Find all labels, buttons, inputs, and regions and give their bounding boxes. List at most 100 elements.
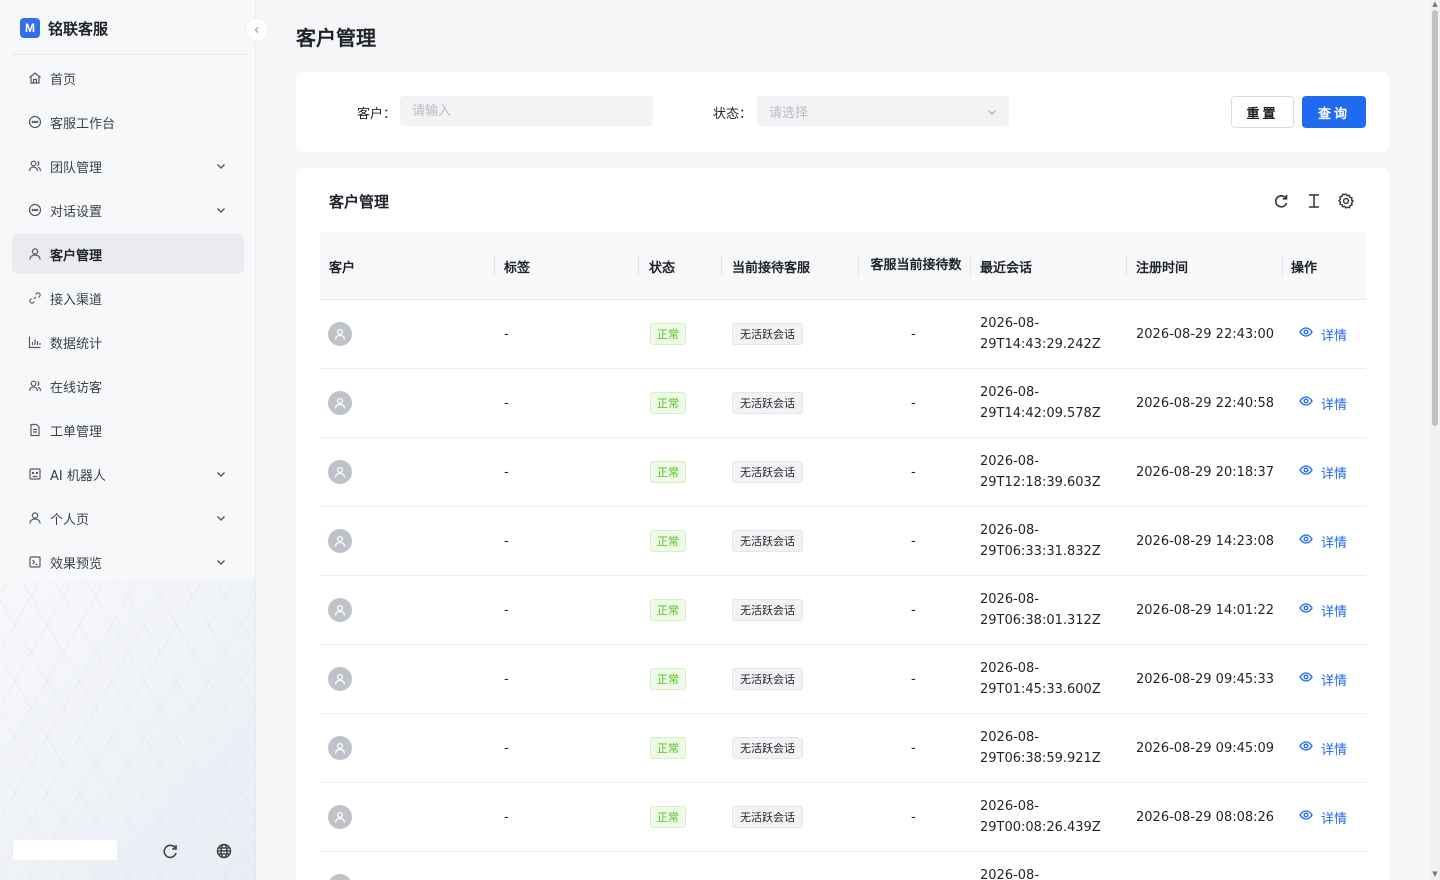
cell-agent-load: -: [911, 740, 916, 756]
column-height-icon[interactable]: [1305, 192, 1323, 210]
chat-bubble-icon: [28, 115, 42, 129]
cell-recent-session: 2026-08- 29T06:33:31.832Z: [980, 507, 1101, 575]
sidebar-item-8[interactable]: 工单管理: [12, 410, 244, 450]
column-separator: [1126, 256, 1127, 276]
detail-link[interactable]: 详情: [1299, 394, 1347, 413]
sidebar-item-1[interactable]: 客服工作台: [12, 102, 244, 142]
detail-link-label: 详情: [1321, 535, 1348, 551]
detail-link-label: 详情: [1321, 742, 1348, 758]
sidebar-item-7[interactable]: 在线访客: [12, 366, 244, 406]
cell-tags: -: [504, 395, 509, 411]
sidebar-item-5[interactable]: 接入渠道: [12, 278, 244, 318]
sidebar-item-2[interactable]: 团队管理: [12, 146, 244, 186]
table-row: - 正常 无活跃会话 -2026-08- 29T01:45:33.600Z 2026-08…: [320, 645, 1366, 714]
column-header-customer: 客户: [329, 260, 356, 276]
detail-link[interactable]: 详情: [1299, 808, 1347, 827]
column-header-current-agent: 当前接待客服: [732, 260, 811, 276]
detail-link[interactable]: 详情: [1299, 463, 1347, 482]
cell-agent-load: -: [911, 809, 916, 825]
scroll-up-arrow-icon[interactable]: ▲: [1431, 0, 1439, 8]
cell-customer: [328, 507, 352, 575]
recent-session-date: 2026-08-: [980, 730, 1040, 745]
avatar-icon[interactable]: [328, 322, 352, 346]
cell-agent-load: -: [911, 395, 916, 411]
cell-registered-time: 2026-08-29 14:01:22: [1136, 602, 1275, 618]
cell-agent-load: -: [911, 671, 916, 687]
sidebar-item-label: 客服工作台: [50, 116, 116, 132]
sidebar-item-10[interactable]: 个人页: [12, 498, 244, 538]
avatar-icon[interactable]: [328, 598, 352, 622]
scroll-down-arrow-icon[interactable]: ▼: [1431, 870, 1439, 878]
sidebar-item-0[interactable]: 首页: [12, 58, 244, 98]
avatar-icon[interactable]: [328, 874, 352, 880]
table-row: - 正常 无活跃会话 -2026-08- 29T00:08:26.439Z 2026-08…: [320, 783, 1366, 852]
recent-session-date: 2026-08-: [980, 661, 1040, 676]
detail-link[interactable]: 详情: [1299, 601, 1347, 620]
cell-current-agent: 无活跃会话: [732, 507, 803, 575]
cell-recent-session: 2026-08- 29T06:38:59.921Z: [980, 714, 1101, 782]
avatar-icon[interactable]: [328, 391, 352, 415]
query-button[interactable]: 查询: [1302, 96, 1366, 128]
user-icon: [28, 511, 42, 525]
recent-session-date: 2026-08-: [980, 454, 1040, 469]
table-header: 客户 标签 状态 当前接待客服 客服当前接待数 最近会话 注册时间 操作: [320, 232, 1366, 300]
reset-button[interactable]: 重置: [1231, 96, 1294, 128]
detail-link-label: 详情: [1321, 811, 1348, 827]
reload-icon[interactable]: [1272, 192, 1290, 210]
detail-link[interactable]: 详情: [1299, 325, 1347, 344]
recent-session-date: 2026-08-: [980, 799, 1040, 814]
avatar-icon[interactable]: [328, 667, 352, 691]
status-select[interactable]: 请选择: [757, 96, 1009, 126]
status-badge: 正常: [650, 323, 686, 345]
cell-status: 正常: [650, 507, 686, 575]
detail-link[interactable]: 详情: [1299, 739, 1347, 758]
document-icon: [28, 423, 42, 437]
recent-session-date: 2026-08-: [980, 385, 1040, 400]
brand[interactable]: M 铭联客服: [20, 16, 108, 40]
cell-actions: 详情: [1299, 714, 1347, 782]
customer-filter-label: 客户：: [357, 107, 397, 122]
cell-registered-time: 2026-08-29 09:45:33: [1136, 671, 1275, 687]
cell-tags: -: [504, 809, 509, 825]
sidebar-footer: [12, 840, 244, 862]
sidebar-item-3[interactable]: 对话设置: [12, 190, 244, 230]
avatar-icon[interactable]: [328, 736, 352, 760]
sidebar-item-11[interactable]: 效果预览: [12, 542, 244, 582]
column-header-status: 状态: [649, 260, 676, 276]
column-header-agent-load: 客服当前接待数: [870, 258, 962, 273]
home-icon: [28, 71, 42, 85]
column-header-recent-session: 最近会话: [980, 260, 1033, 276]
refresh-icon[interactable]: [160, 841, 180, 861]
sidebar-item-9[interactable]: AI 机器人: [12, 454, 244, 494]
customer-search-input[interactable]: [400, 96, 653, 126]
settings-gear-icon[interactable]: [1337, 192, 1355, 210]
avatar-icon[interactable]: [328, 460, 352, 484]
cell-tags: -: [504, 602, 509, 618]
detail-link[interactable]: 详情: [1299, 670, 1347, 689]
brand-logo: M: [20, 18, 40, 38]
sidebar-item-6[interactable]: 数据统计: [12, 322, 244, 362]
eye-icon: [1299, 463, 1313, 481]
cell-agent-load: -: [911, 602, 916, 618]
collapse-sidebar-button[interactable]: [245, 18, 269, 42]
chevron-down-icon: [216, 204, 226, 214]
detail-link[interactable]: 详情: [1299, 532, 1347, 551]
recent-session-date: 2026-08-: [980, 868, 1040, 880]
chevron-down-icon: [216, 468, 226, 478]
avatar-icon[interactable]: [328, 529, 352, 553]
status-select-placeholder: 请选择: [769, 105, 809, 121]
cell-registered-time: 2026-08-29 20:18:37: [1136, 464, 1275, 480]
avatar-icon[interactable]: [328, 805, 352, 829]
sidebar-item-4[interactable]: 客户管理: [12, 234, 244, 274]
page-scrollbar[interactable]: ▲ ▼: [1430, 0, 1440, 880]
robot-icon: [28, 467, 42, 481]
cell-registered-time: 2026-08-29 22:43:00: [1136, 326, 1275, 342]
column-separator: [1282, 256, 1283, 276]
cell-customer: [328, 714, 352, 782]
cell-customer: [328, 645, 352, 713]
globe-icon[interactable]: [214, 841, 234, 861]
cell-current-agent: 无活跃会话: [732, 300, 803, 368]
table-row: - 正常 无活跃会话 -2026-08- 29T12:18:39.603Z 2026-08…: [320, 438, 1366, 507]
scrollbar-thumb[interactable]: [1432, 10, 1438, 426]
status-filter-label: 状态：: [713, 107, 753, 122]
